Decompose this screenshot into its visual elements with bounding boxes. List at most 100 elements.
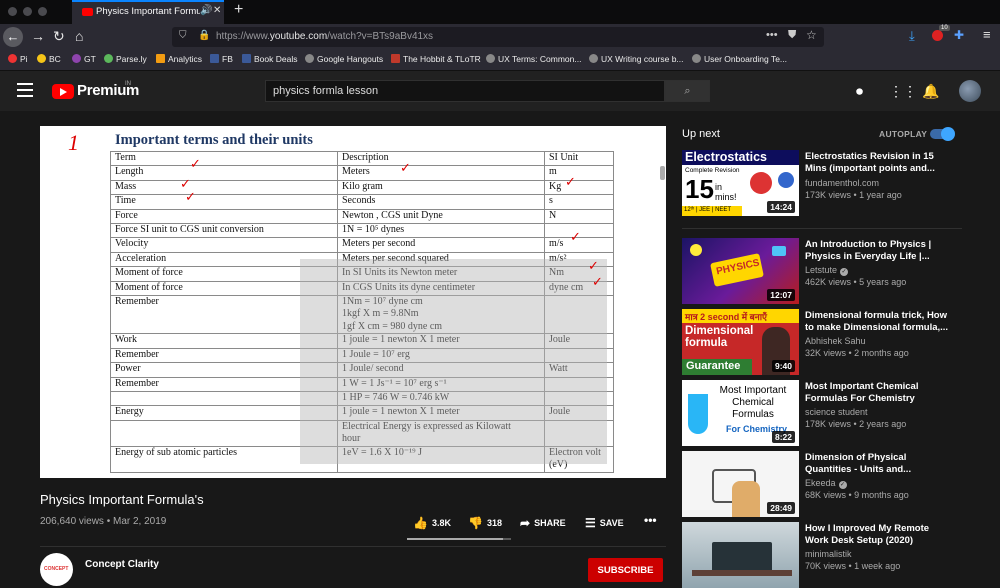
video-thumbnail[interactable]: Electrostatics Complete Revision 15 in m…: [682, 150, 799, 216]
logo-region: IN: [125, 81, 131, 87]
extension-badge: 10: [939, 25, 950, 31]
more-options-icon[interactable]: •••: [644, 513, 657, 527]
channel-name[interactable]: Ekeeda ✓: [805, 478, 847, 489]
bookmark-item[interactable]: UX Terms: Common...: [486, 54, 581, 64]
video-thumbnail[interactable]: [682, 522, 799, 588]
pen-annotation: ✓: [400, 160, 411, 175]
pocket-icon[interactable]: ⛊: [788, 29, 796, 42]
bookmark-favicon-icon: [391, 54, 400, 63]
download-icon[interactable]: ⤓: [909, 28, 915, 44]
video-title-link[interactable]: Dimension of Physical Quantities - Units…: [805, 452, 955, 476]
share-icon: ➦: [520, 516, 531, 530]
video-duration: 12:07: [767, 289, 795, 301]
extension-icon[interactable]: ✚: [954, 28, 964, 42]
browser-tab-bar: Physics Important Formula's 🔊 ✕ +: [0, 0, 1000, 24]
channel-name[interactable]: Concept Clarity: [85, 559, 159, 570]
channel-avatar[interactable]: CONCEPT: [40, 553, 73, 586]
apps-grid-icon[interactable]: ⋮⋮: [889, 83, 917, 100]
save-button[interactable]: ☰ SAVE: [585, 516, 624, 530]
channel-name[interactable]: fundamenthol.com: [805, 178, 879, 188]
create-video-icon[interactable]: ⏺: [856, 83, 863, 100]
search-button[interactable]: ⌕: [665, 80, 710, 102]
youtube-logo-icon[interactable]: [52, 84, 74, 99]
dislike-button[interactable]: 👎 318: [468, 516, 502, 530]
table-cell: SI Unit: [544, 150, 614, 167]
divider: [40, 546, 666, 547]
forward-arrow-icon[interactable]: →: [31, 28, 45, 44]
slide-scrollbar[interactable]: [660, 166, 665, 180]
video-thumbnail[interactable]: 28:49: [682, 451, 799, 517]
bookmark-favicon-icon: [72, 54, 81, 63]
video-thumbnail[interactable]: मात्र 2 second में बनाएँ Dimensional for…: [682, 309, 799, 375]
channel-name[interactable]: Abhishek Sahu: [805, 336, 866, 346]
bookmark-item[interactable]: UX Writing course b...: [589, 54, 684, 64]
menu-icon[interactable]: [17, 83, 33, 101]
address-bar[interactable]: ⛉ 🔒 https://www.youtube.com/watch?v=BTs9…: [172, 27, 824, 47]
autoplay-toggle[interactable]: [930, 127, 955, 141]
bookmark-star-icon[interactable]: ☆: [806, 28, 817, 42]
reload-icon[interactable]: ↻: [53, 28, 65, 45]
video-duration: 9:40: [771, 360, 795, 372]
video-meta: 70K views • 1 week ago: [805, 561, 901, 571]
bookmarks-bar: Pi BC GT Parse.ly Analytics FB Book Deal…: [0, 50, 1000, 71]
divider: [682, 228, 962, 229]
channel-name[interactable]: science student: [805, 407, 868, 417]
avatar[interactable]: [959, 80, 981, 102]
bookmark-item[interactable]: GT: [72, 54, 96, 64]
lock-icon[interactable]: 🔒: [198, 30, 210, 41]
hamburger-menu-icon[interactable]: ≡: [983, 27, 991, 42]
hand-image: [732, 481, 760, 517]
video-thumbnail[interactable]: Most Important Chemical Formulas For Che…: [682, 380, 799, 446]
url-text[interactable]: https://www.youtube.com/watch?v=BTs9aBv4…: [216, 31, 433, 42]
channel-name[interactable]: Letstute ✓: [805, 265, 849, 276]
search-input[interactable]: physics formla lesson: [265, 80, 665, 102]
bookmark-item[interactable]: Parse.ly: [104, 54, 147, 64]
browser-tab[interactable]: Physics Important Formula's 🔊 ✕: [72, 0, 224, 24]
close-icon[interactable]: ✕: [213, 5, 221, 16]
bookmark-item[interactable]: Analytics: [156, 54, 202, 64]
pin-icon: [8, 54, 17, 63]
bookmark-item[interactable]: Google Hangouts: [305, 54, 383, 64]
window-minimize-control[interactable]: [23, 7, 32, 16]
window-close-control[interactable]: [8, 7, 17, 16]
ublock-extension-icon[interactable]: [932, 30, 943, 41]
playlist-add-icon: ☰: [585, 516, 596, 530]
window-zoom-control[interactable]: [38, 7, 47, 16]
share-button[interactable]: ➦ SHARE: [520, 516, 566, 530]
speaker-icon[interactable]: 🔊: [200, 5, 212, 16]
video-meta: 178K views • 2 years ago: [805, 419, 907, 429]
thumb-text: Complete Revision: [685, 167, 740, 174]
home-icon[interactable]: ⌂: [75, 28, 83, 44]
bookmark-item[interactable]: Pi: [8, 54, 28, 64]
bookmark-item[interactable]: Book Deals: [242, 54, 297, 64]
search-icon: ⌕: [684, 85, 691, 97]
video-title-link[interactable]: An Introduction to Physics | Physics in …: [805, 239, 955, 263]
video-title-link[interactable]: Most Important Chemical Formulas For Che…: [805, 381, 955, 405]
video-title-link[interactable]: Dimensional formula trick, How to make D…: [805, 310, 955, 334]
shield-icon[interactable]: ⛉: [179, 30, 187, 41]
notifications-bell-icon[interactable]: 🔔: [922, 83, 939, 100]
bookmark-item[interactable]: BC: [37, 54, 61, 64]
video-meta: 173K views • 1 year ago: [805, 190, 902, 200]
channel-name[interactable]: minimalistik: [805, 549, 852, 559]
subscribe-button[interactable]: SUBSCRIBE: [588, 558, 663, 582]
bookmark-item[interactable]: FB: [210, 54, 233, 64]
more-actions-icon[interactable]: •••: [766, 29, 778, 41]
globe-icon: [305, 54, 314, 63]
table-row: Force Newton , CGS unit Dyne N: [110, 208, 614, 224]
video-title-link[interactable]: How I Improved My Remote Work Desk Setup…: [805, 523, 955, 547]
bookmark-item[interactable]: The Hobbit & TLoTR: [391, 54, 481, 64]
table-cell: m: [544, 165, 614, 181]
video-thumbnail[interactable]: PHYSICS 12:07: [682, 238, 799, 304]
like-button[interactable]: 👍 3.8K: [413, 516, 451, 530]
video-meta: 32K views • 2 months ago: [805, 348, 909, 358]
video-player[interactable]: 1 Important terms and their units Term De…: [40, 126, 666, 478]
new-tab-icon[interactable]: +: [234, 1, 243, 19]
search-input-value[interactable]: physics formla lesson: [273, 85, 378, 97]
back-arrow-icon[interactable]: ←: [3, 27, 23, 47]
pen-annotation: ✓: [565, 174, 576, 189]
table-header-row: Term Description SI Unit: [110, 150, 614, 167]
toggle-knob: [941, 127, 955, 141]
video-title-link[interactable]: Electrostatics Revision in 15 Mins (impo…: [805, 151, 955, 175]
bookmark-item[interactable]: User Onboarding Te...: [692, 54, 787, 64]
